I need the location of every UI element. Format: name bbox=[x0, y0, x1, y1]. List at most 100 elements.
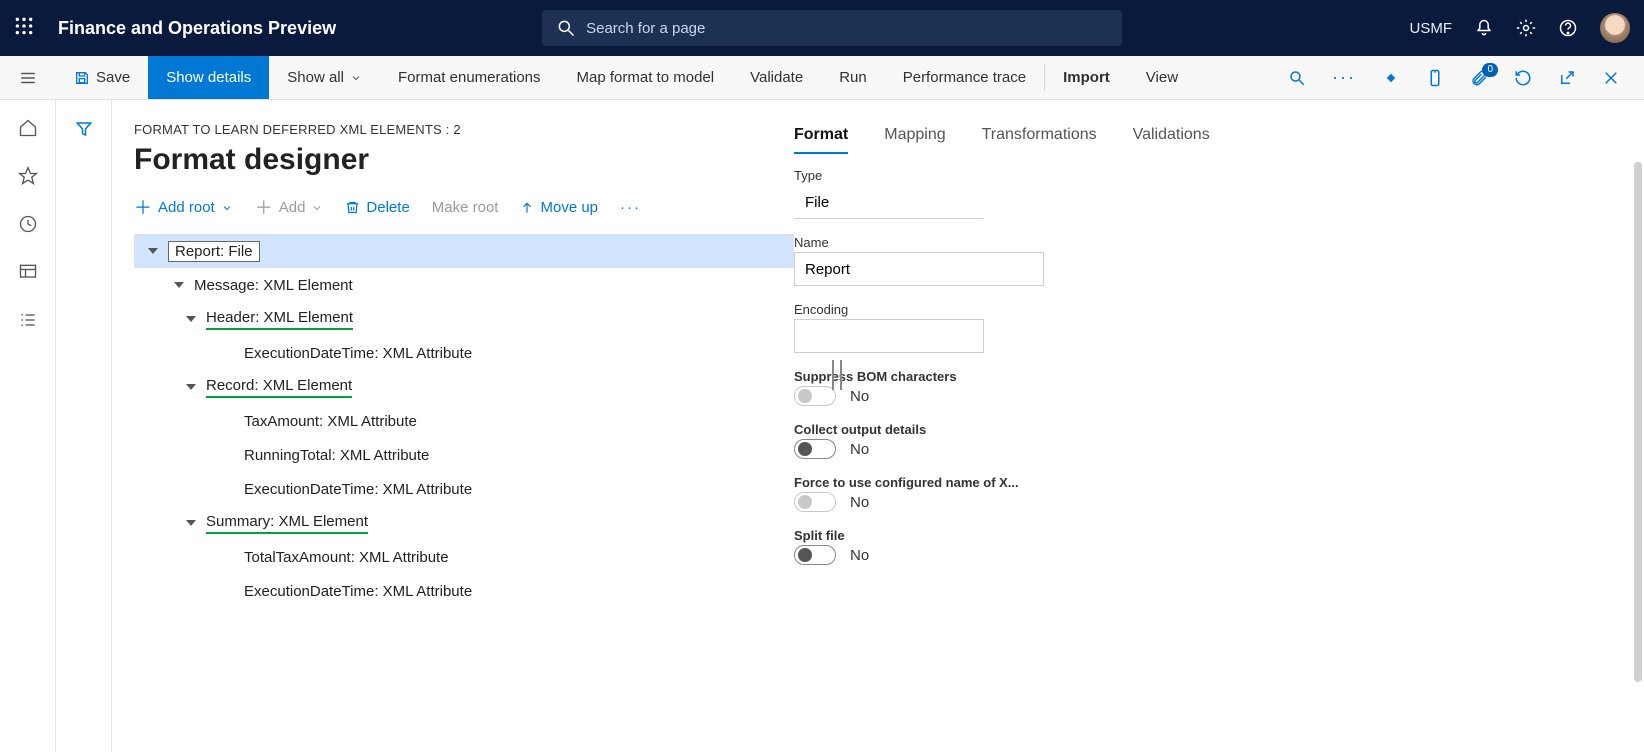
save-button[interactable]: Save bbox=[56, 56, 148, 99]
popout-icon[interactable] bbox=[1558, 69, 1576, 87]
tree-node[interactable]: Header: XML Element bbox=[134, 302, 794, 336]
bell-icon[interactable] bbox=[1474, 18, 1494, 38]
star-icon[interactable] bbox=[18, 166, 38, 186]
tree-node-label: Report: File bbox=[168, 241, 260, 262]
tree-node-label: TotalTaxAmount: XML Attribute bbox=[244, 549, 449, 566]
tree-node-label: Summary: XML Element bbox=[206, 513, 368, 534]
toggle-value: No bbox=[850, 388, 869, 405]
filter-column bbox=[56, 100, 112, 752]
splitter-handle[interactable] bbox=[832, 360, 842, 390]
content: FORMAT TO LEARN DEFERRED XML ELEMENTS : … bbox=[56, 100, 1644, 752]
tab-mapping[interactable]: Mapping bbox=[884, 126, 945, 154]
avatar[interactable] bbox=[1600, 13, 1630, 43]
tree-node[interactable]: ExecutionDateTime: XML Attribute bbox=[134, 472, 794, 506]
modules-icon[interactable] bbox=[18, 310, 38, 330]
add-button[interactable]: ＋ Add bbox=[255, 199, 324, 216]
tab-validations[interactable]: Validations bbox=[1133, 126, 1210, 154]
show-all-button[interactable]: Show all bbox=[269, 56, 380, 99]
clock-icon[interactable] bbox=[18, 214, 38, 234]
make-root-button[interactable]: Make root bbox=[432, 199, 499, 216]
left-rail bbox=[0, 100, 56, 752]
tree-node-label: Header: XML Element bbox=[206, 309, 353, 330]
move-up-button[interactable]: Move up bbox=[520, 199, 598, 216]
format-enumerations-button[interactable]: Format enumerations bbox=[380, 56, 559, 99]
diamond-icon[interactable] bbox=[1382, 69, 1400, 87]
tree-node-label: ExecutionDateTime: XML Attribute bbox=[244, 583, 472, 600]
tree-node[interactable]: Record: XML Element bbox=[134, 370, 794, 404]
tree-node[interactable]: ExecutionDateTime: XML Attribute bbox=[134, 336, 794, 370]
caret-icon[interactable] bbox=[186, 384, 196, 390]
tab-transformations[interactable]: Transformations bbox=[982, 126, 1097, 154]
run-button[interactable]: Run bbox=[821, 56, 885, 99]
company-code[interactable]: USMF bbox=[1410, 20, 1453, 37]
delete-button[interactable]: Delete bbox=[345, 199, 409, 216]
more-actions-icon[interactable]: ··· bbox=[620, 199, 641, 216]
arrow-up-icon bbox=[520, 201, 534, 215]
ribbon: Save Show details Show all Format enumer… bbox=[0, 56, 1644, 100]
search-icon bbox=[556, 18, 576, 38]
tree-node[interactable]: Summary: XML Element bbox=[134, 506, 794, 540]
refresh-icon[interactable] bbox=[1514, 69, 1532, 87]
tree-node[interactable]: RunningTotal: XML Attribute bbox=[134, 438, 794, 472]
attach-badge: 0 bbox=[1482, 63, 1498, 77]
save-icon bbox=[74, 70, 90, 86]
import-button[interactable]: Import bbox=[1045, 56, 1128, 99]
performance-trace-button[interactable]: Performance trace bbox=[885, 56, 1044, 99]
encoding-label: Encoding bbox=[794, 302, 1624, 317]
scrollbar[interactable] bbox=[1634, 162, 1642, 682]
name-label: Name bbox=[794, 235, 1624, 250]
toggle-value: No bbox=[850, 547, 869, 564]
toggle-value: No bbox=[850, 441, 869, 458]
map-format-button[interactable]: Map format to model bbox=[559, 56, 733, 99]
encoding-field[interactable] bbox=[794, 319, 984, 353]
caret-icon[interactable] bbox=[186, 520, 196, 526]
force-name-toggle[interactable] bbox=[794, 492, 836, 512]
header-right: USMF bbox=[1410, 13, 1631, 43]
tree-node[interactable]: ExecutionDateTime: XML Attribute bbox=[134, 574, 794, 608]
type-label: Type bbox=[794, 168, 1624, 183]
view-button[interactable]: View bbox=[1128, 56, 1196, 99]
app-title: Finance and Operations Preview bbox=[58, 18, 336, 39]
toggle-value: No bbox=[850, 494, 869, 511]
tree-node[interactable]: TaxAmount: XML Attribute bbox=[134, 404, 794, 438]
home-icon[interactable] bbox=[18, 118, 38, 138]
collect-output-toggle[interactable] bbox=[794, 439, 836, 459]
trash-icon bbox=[345, 200, 360, 215]
property-form: Type Name Encoding Suppress BOM characte… bbox=[794, 168, 1624, 565]
show-details-button[interactable]: Show details bbox=[148, 56, 269, 99]
format-tree: Report: File Message: XML Element Header… bbox=[134, 234, 794, 608]
caret-icon[interactable] bbox=[174, 282, 184, 288]
tree-node[interactable]: Report: File bbox=[134, 234, 794, 268]
search-input[interactable]: Search for a page bbox=[542, 10, 1122, 46]
split-file-label: Split file bbox=[794, 528, 1624, 543]
overflow-icon[interactable]: ··· bbox=[1332, 67, 1356, 88]
workspace-icon[interactable] bbox=[18, 262, 38, 282]
collect-output-label: Collect output details bbox=[794, 422, 1624, 437]
show-details-label: Show details bbox=[166, 69, 251, 86]
left-pane: FORMAT TO LEARN DEFERRED XML ELEMENTS : … bbox=[134, 122, 794, 752]
suppress-bom-toggle[interactable] bbox=[794, 386, 836, 406]
tree-node-label: ExecutionDateTime: XML Attribute bbox=[244, 345, 472, 362]
tree-node[interactable]: TotalTaxAmount: XML Attribute bbox=[134, 540, 794, 574]
validate-button[interactable]: Validate bbox=[732, 56, 821, 99]
waffle-icon[interactable] bbox=[14, 16, 34, 41]
name-field[interactable] bbox=[794, 252, 1044, 286]
close-icon[interactable] bbox=[1602, 69, 1620, 87]
caret-icon[interactable] bbox=[186, 316, 196, 322]
add-root-button[interactable]: ＋ Add root bbox=[134, 199, 233, 216]
tree-node[interactable]: Message: XML Element bbox=[134, 268, 794, 302]
split-file-toggle[interactable] bbox=[794, 545, 836, 565]
show-all-label: Show all bbox=[287, 69, 344, 86]
chevron-down-icon bbox=[311, 202, 323, 214]
gear-icon[interactable] bbox=[1516, 18, 1536, 38]
attach-button[interactable]: 0 bbox=[1470, 69, 1488, 87]
hamburger-icon[interactable] bbox=[0, 56, 56, 99]
filter-icon[interactable] bbox=[75, 120, 93, 138]
tab-format[interactable]: Format bbox=[794, 126, 848, 154]
caret-icon[interactable] bbox=[148, 248, 158, 254]
phone-icon[interactable] bbox=[1426, 69, 1444, 87]
find-icon[interactable] bbox=[1288, 69, 1306, 87]
help-icon[interactable] bbox=[1558, 18, 1578, 38]
tree-node-label: RunningTotal: XML Attribute bbox=[244, 447, 429, 464]
tree-node-label: TaxAmount: XML Attribute bbox=[244, 413, 417, 430]
